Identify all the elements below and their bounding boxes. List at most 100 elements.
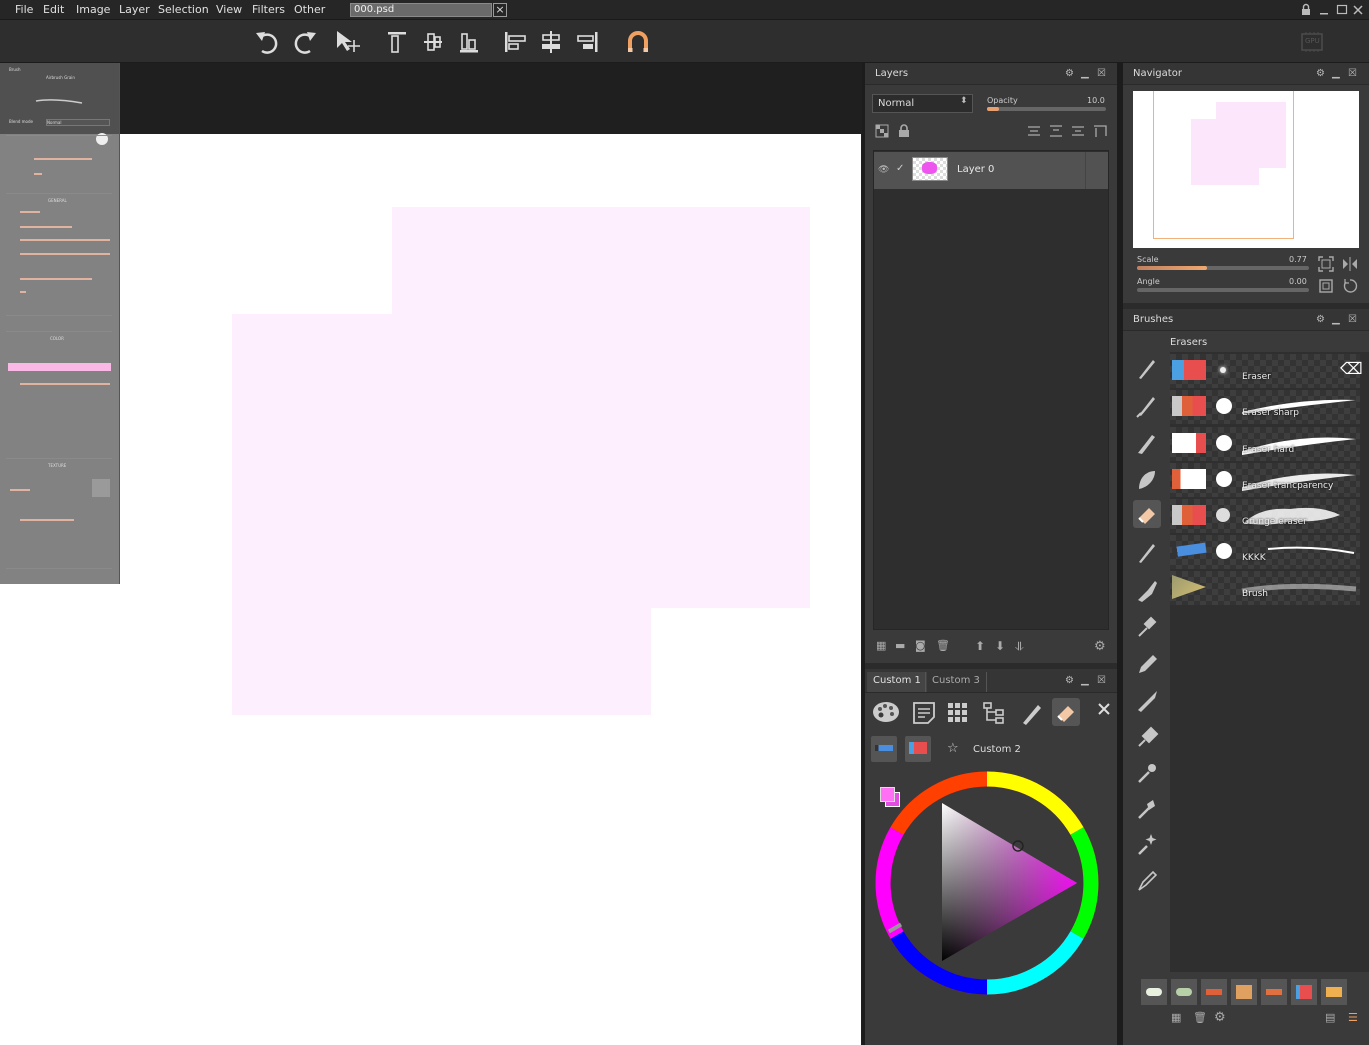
sparkle-brush-icon[interactable] — [1133, 830, 1161, 858]
tab-custom-3[interactable]: Custom 3 — [925, 672, 987, 692]
gear-icon[interactable]: ⚙ — [1094, 639, 1106, 654]
angle-slider[interactable] — [1137, 288, 1309, 292]
document-tab[interactable]: 000.psd — [350, 3, 492, 17]
pencil-brush-icon[interactable] — [1133, 649, 1161, 677]
airbrush-icon[interactable] — [1133, 612, 1161, 640]
flat-brush-icon[interactable] — [1133, 575, 1161, 603]
menu-selection[interactable]: Selection — [158, 3, 209, 16]
round-brush-icon[interactable] — [1133, 758, 1161, 786]
gear-icon[interactable]: ⚙ — [1316, 68, 1325, 79]
lock-icon[interactable] — [1300, 3, 1312, 16]
brush-item-eraser-sharp[interactable]: Eraser sharp — [1170, 390, 1360, 424]
check-icon[interactable]: ✓ — [896, 163, 904, 174]
merge-down-icon[interactable]: ⥥ — [1015, 639, 1024, 654]
navigator-preview[interactable] — [1133, 91, 1359, 248]
slider[interactable] — [34, 158, 92, 160]
trash-icon[interactable]: 🗑 — [1193, 1011, 1207, 1024]
layer-blend-mode-select[interactable]: Normal — [872, 94, 973, 113]
menu-edit[interactable]: Edit — [43, 3, 64, 16]
menu-filters[interactable]: Filters — [252, 3, 285, 16]
eraser-tool-preset[interactable] — [905, 736, 931, 762]
align-left-icon[interactable] — [501, 28, 529, 56]
flip-icon[interactable] — [1342, 256, 1358, 272]
magnet-icon[interactable] — [624, 28, 652, 56]
hierarchy-icon[interactable] — [982, 700, 1008, 726]
document-close-button[interactable]: × — [493, 3, 507, 17]
pencil-tool-preset[interactable] — [871, 736, 897, 762]
marker-brush-icon[interactable] — [1133, 538, 1161, 566]
minimize-icon[interactable] — [1318, 3, 1330, 16]
minimize-icon[interactable]: ▁ — [1332, 68, 1340, 79]
brush-item-eraser-hard[interactable]: Eraser hard — [1170, 427, 1360, 461]
redo-icon[interactable] — [291, 28, 319, 56]
gear-icon[interactable]: ⚙ — [1316, 314, 1325, 325]
lock-icon[interactable] — [897, 123, 911, 138]
texture-swatch[interactable] — [92, 479, 110, 497]
move-down-icon[interactable]: ⬇ — [995, 639, 1005, 653]
brush-item-brush[interactable]: Brush — [1170, 571, 1360, 605]
reset-rotation-icon[interactable] — [1342, 278, 1358, 294]
maximize-icon[interactable] — [1336, 3, 1348, 16]
palette-icon[interactable] — [871, 698, 901, 726]
align-top-icon[interactable] — [383, 28, 411, 56]
eraser-category-icon[interactable] — [1133, 500, 1161, 528]
slider[interactable] — [20, 239, 110, 241]
slider[interactable] — [20, 383, 110, 385]
eye-icon[interactable]: 👁 — [878, 165, 889, 175]
pen-brush-icon[interactable] — [1133, 354, 1161, 382]
color-wheel[interactable] — [872, 768, 1102, 998]
new-layer-icon[interactable]: ▦ — [876, 639, 886, 652]
actual-size-icon[interactable] — [1318, 278, 1334, 294]
trash-icon[interactable]: 🗑 — [936, 639, 950, 652]
opacity-slider[interactable] — [987, 107, 1106, 111]
menu-image[interactable]: Image — [76, 3, 110, 16]
slider[interactable] — [20, 278, 92, 280]
blend-mode-select[interactable]: Normal — [46, 119, 110, 126]
minimize-icon[interactable]: ▁ — [1081, 68, 1089, 79]
grid-view-icon[interactable]: ▤ — [1325, 1011, 1335, 1024]
gradient-swatch[interactable] — [8, 363, 111, 371]
move-up-icon[interactable]: ⬆ — [975, 639, 985, 653]
undo-icon[interactable] — [253, 28, 281, 56]
close-icon[interactable]: ☒ — [1348, 314, 1357, 325]
fit-view-icon[interactable] — [1318, 256, 1334, 272]
paint-brush-icon[interactable] — [1133, 428, 1161, 456]
slider[interactable] — [20, 226, 72, 228]
layer-name[interactable]: Layer 0 — [957, 164, 994, 175]
menu-view[interactable]: View — [216, 3, 242, 16]
align-hcenter-icon[interactable] — [537, 28, 565, 56]
ink-brush-icon[interactable] — [1133, 391, 1161, 419]
list-view-icon[interactable]: ☰ — [1348, 1011, 1358, 1024]
align-bottom-icon[interactable] — [455, 28, 483, 56]
notes-icon[interactable] — [911, 700, 937, 726]
folder-icon[interactable]: ▬ — [895, 639, 905, 652]
gear-icon[interactable]: ⚙ — [1065, 68, 1074, 79]
leaf-brush-icon[interactable] — [1133, 465, 1161, 493]
splatter-brush-icon[interactable] — [1133, 794, 1161, 822]
brush-settings-panel[interactable]: Brush Airbrush Grain Blend mode Normal G… — [0, 63, 120, 584]
close-icon[interactable]: ☒ — [1348, 68, 1357, 79]
close-icon[interactable]: ☒ — [1097, 68, 1106, 79]
brush-tool-icon[interactable] — [1019, 700, 1045, 726]
gear-icon[interactable]: ⚙ — [1214, 1010, 1226, 1025]
new-brush-icon[interactable]: ▦ — [1171, 1011, 1181, 1024]
eraser-tool-icon[interactable] — [1052, 698, 1080, 726]
brush-item-kkkk[interactable]: KKKK — [1170, 535, 1360, 569]
slider[interactable] — [20, 253, 110, 255]
gear-icon[interactable]: ⚙ — [1065, 675, 1074, 686]
close-icon[interactable] — [1352, 3, 1364, 16]
align-vcenter-icon[interactable] — [419, 28, 447, 56]
minimize-icon[interactable]: ▁ — [1332, 314, 1340, 325]
slider[interactable] — [20, 291, 26, 293]
menu-other[interactable]: Other — [294, 3, 325, 16]
slider[interactable] — [10, 489, 30, 491]
align-right-icon[interactable] — [573, 28, 601, 56]
star-icon[interactable]: ☆ — [947, 741, 959, 756]
close-icon[interactable]: ☒ — [1097, 675, 1106, 686]
tools-icon[interactable] — [1097, 702, 1111, 716]
brush-item-eraser[interactable]: Eraser ⌫ — [1170, 354, 1363, 388]
minimize-icon[interactable]: ▁ — [1081, 675, 1089, 686]
tab-custom-1[interactable]: Custom 1 — [867, 672, 927, 692]
menu-layer[interactable]: Layer — [119, 3, 150, 16]
slider[interactable] — [20, 519, 74, 521]
